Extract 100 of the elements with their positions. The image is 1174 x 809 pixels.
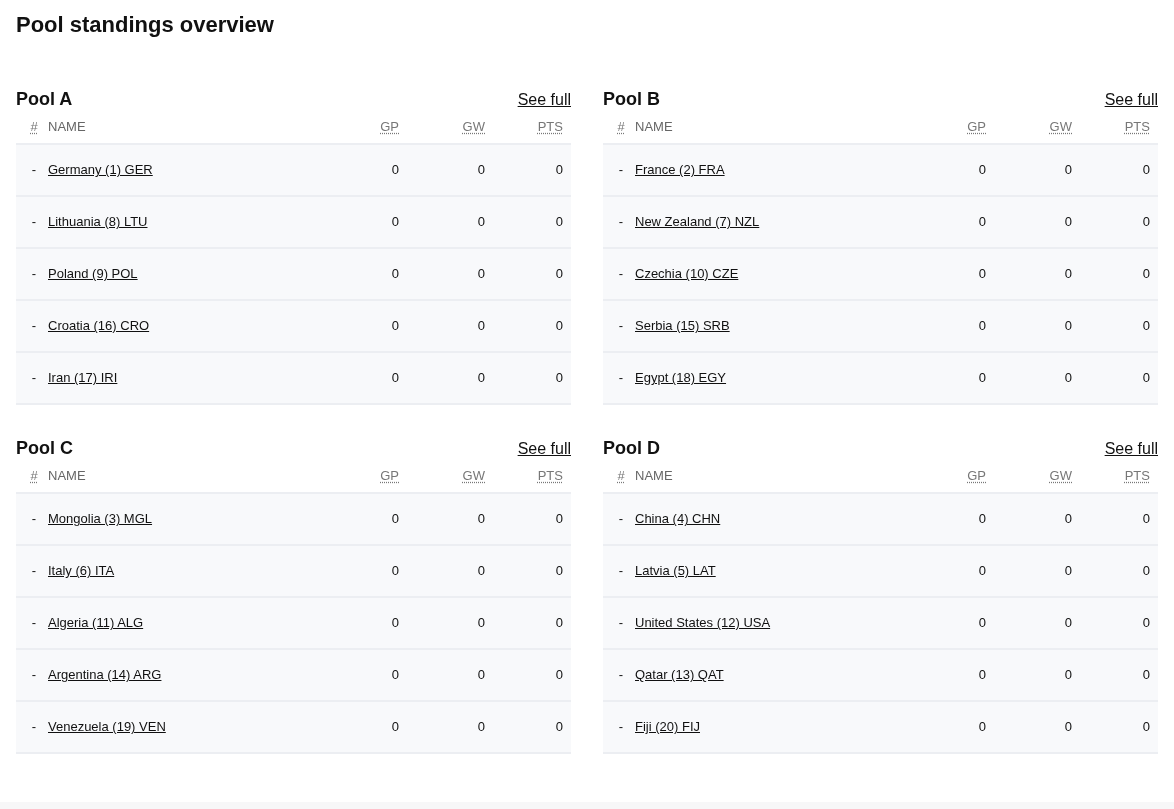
column-header: GW	[462, 118, 485, 134]
see-full-link[interactable]: See full	[517, 90, 571, 110]
rank-cell: -	[31, 563, 37, 579]
team-link[interactable]: Mongolia (3) MGL	[48, 511, 153, 527]
stat-cell: 0	[1064, 370, 1072, 386]
stat-cell: 0	[1142, 266, 1150, 282]
column-header: NAME	[48, 467, 86, 483]
stat-cell: 0	[978, 370, 986, 386]
stat-cell: 0	[391, 615, 399, 631]
column-header: GP	[967, 467, 986, 483]
column-header: GW	[462, 467, 485, 483]
stat-cell: 0	[555, 667, 563, 683]
see-full-link[interactable]: See full	[1104, 439, 1158, 459]
page-title: Pool standings overview	[16, 11, 274, 39]
column-header: PTS	[537, 118, 563, 134]
team-link[interactable]: Germany (1) GER	[48, 162, 153, 178]
column-header: NAME	[635, 467, 673, 483]
rank-cell: -	[618, 214, 624, 230]
team-link[interactable]: China (4) CHN	[635, 511, 721, 527]
stat-cell: 0	[391, 318, 399, 334]
stat-cell: 0	[391, 719, 399, 735]
team-link[interactable]: Fiji (20) FIJ	[635, 719, 700, 735]
column-header: #	[617, 118, 625, 134]
team-link[interactable]: Poland (9) POL	[48, 266, 138, 282]
column-header: PTS	[1124, 467, 1150, 483]
stat-cell: 0	[1064, 318, 1072, 334]
team-link[interactable]: Latvia (5) LAT	[635, 563, 716, 579]
rank-cell: -	[618, 667, 624, 683]
rank-cell: -	[31, 370, 37, 386]
stat-cell: 0	[978, 667, 986, 683]
rank-cell: -	[31, 615, 37, 631]
rank-cell: -	[31, 162, 37, 178]
rank-cell: -	[618, 719, 624, 735]
rank-cell: -	[618, 318, 624, 334]
stat-cell: 0	[555, 370, 563, 386]
stat-cell: 0	[1142, 318, 1150, 334]
stat-cell: 0	[1142, 719, 1150, 735]
team-link[interactable]: Argentina (14) ARG	[48, 667, 162, 683]
column-header: GP	[380, 467, 399, 483]
rank-cell: -	[618, 162, 624, 178]
team-link[interactable]: Croatia (16) CRO	[48, 318, 150, 334]
team-link[interactable]: New Zealand (7) NZL	[635, 214, 760, 230]
column-header: NAME	[48, 118, 86, 134]
team-link[interactable]: Venezuela (19) VEN	[48, 719, 166, 735]
stat-cell: 0	[1064, 266, 1072, 282]
stat-cell: 0	[1142, 370, 1150, 386]
column-header: GW	[1049, 118, 1072, 134]
team-link[interactable]: Serbia (15) SRB	[635, 318, 730, 334]
stat-cell: 0	[978, 615, 986, 631]
rank-cell: -	[618, 370, 624, 386]
stat-cell: 0	[477, 667, 485, 683]
rank-cell: -	[618, 563, 624, 579]
column-header: NAME	[635, 118, 673, 134]
rank-cell: -	[618, 615, 624, 631]
column-header: #	[30, 118, 38, 134]
rank-cell: -	[31, 318, 37, 334]
stat-cell: 0	[1142, 667, 1150, 683]
stat-cell: 0	[1064, 615, 1072, 631]
team-link[interactable]: Algeria (11) ALG	[48, 615, 144, 631]
team-link[interactable]: Egypt (18) EGY	[635, 370, 727, 386]
rank-cell: -	[31, 719, 37, 735]
stat-cell: 0	[1064, 563, 1072, 579]
team-link[interactable]: Czechia (10) CZE	[635, 266, 739, 282]
column-header: GW	[1049, 467, 1072, 483]
stat-cell: 0	[477, 214, 485, 230]
team-link[interactable]: Qatar (13) QAT	[635, 667, 724, 683]
column-header: PTS	[537, 467, 563, 483]
stat-cell: 0	[1142, 162, 1150, 178]
stat-cell: 0	[1064, 719, 1072, 735]
see-full-link[interactable]: See full	[517, 439, 571, 459]
stat-cell: 0	[555, 318, 563, 334]
team-link[interactable]: France (2) FRA	[635, 162, 725, 178]
team-link[interactable]: Lithuania (8) LTU	[48, 214, 148, 230]
rank-cell: -	[31, 511, 37, 527]
stat-cell: 0	[391, 667, 399, 683]
stat-cell: 0	[477, 615, 485, 631]
stat-cell: 0	[477, 563, 485, 579]
stat-cell: 0	[978, 511, 986, 527]
team-link[interactable]: Iran (17) IRI	[48, 370, 118, 386]
team-link[interactable]: Italy (6) ITA	[48, 563, 115, 579]
column-header: PTS	[1124, 118, 1150, 134]
stat-cell: 0	[1064, 162, 1072, 178]
stat-cell: 0	[978, 563, 986, 579]
stat-cell: 0	[1064, 667, 1072, 683]
stat-cell: 0	[477, 511, 485, 527]
stat-cell: 0	[477, 266, 485, 282]
stat-cell: 0	[1142, 214, 1150, 230]
see-full-link[interactable]: See full	[1104, 90, 1158, 110]
column-header: #	[617, 467, 625, 483]
stat-cell: 0	[477, 318, 485, 334]
stat-cell: 0	[555, 214, 563, 230]
team-link[interactable]: United States (12) USA	[635, 615, 771, 631]
stat-cell: 0	[1142, 563, 1150, 579]
stat-cell: 0	[1064, 214, 1072, 230]
stat-cell: 0	[978, 214, 986, 230]
stat-cell: 0	[1142, 511, 1150, 527]
stat-cell: 0	[477, 719, 485, 735]
stat-cell: 0	[978, 318, 986, 334]
stat-cell: 0	[1142, 615, 1150, 631]
rank-cell: -	[31, 266, 37, 282]
